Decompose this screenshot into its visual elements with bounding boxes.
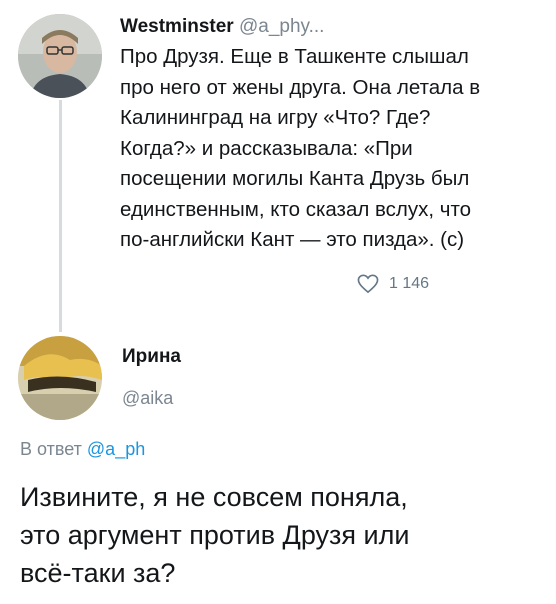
like-count: 1 146	[389, 275, 430, 292]
reply-avatar[interactable]	[18, 336, 102, 420]
in-reply-prefix: В ответ	[20, 439, 82, 459]
like-button[interactable]: 1 146	[357, 274, 429, 294]
reply-mention-link[interactable]: @a_ph	[87, 439, 145, 459]
author-handle[interactable]: @a_phy...	[239, 16, 324, 37]
avatar[interactable]	[18, 14, 102, 98]
heart-outline-icon	[357, 274, 379, 294]
original-tweet: Westminster @a_phy... Про Друзя. Еще в Т…	[120, 14, 540, 256]
tweet-author-line: Westminster @a_phy...	[120, 14, 540, 40]
avatar-image	[18, 14, 102, 98]
thread-connector-line	[59, 100, 62, 332]
reply-author-handle[interactable]: @aika	[122, 388, 173, 409]
reply-tweet-text: Извините, я не совсем поняла, это аргуме…	[20, 482, 410, 588]
reply-avatar-image	[18, 336, 102, 420]
tweet-text: Про Друзя. Еще в Ташкенте слышал про нег…	[120, 45, 481, 251]
in-reply-to: В ответ @a_ph	[20, 439, 145, 460]
author-name[interactable]: Westminster	[120, 16, 234, 37]
reply-author-name[interactable]: Ирина	[122, 346, 181, 368]
